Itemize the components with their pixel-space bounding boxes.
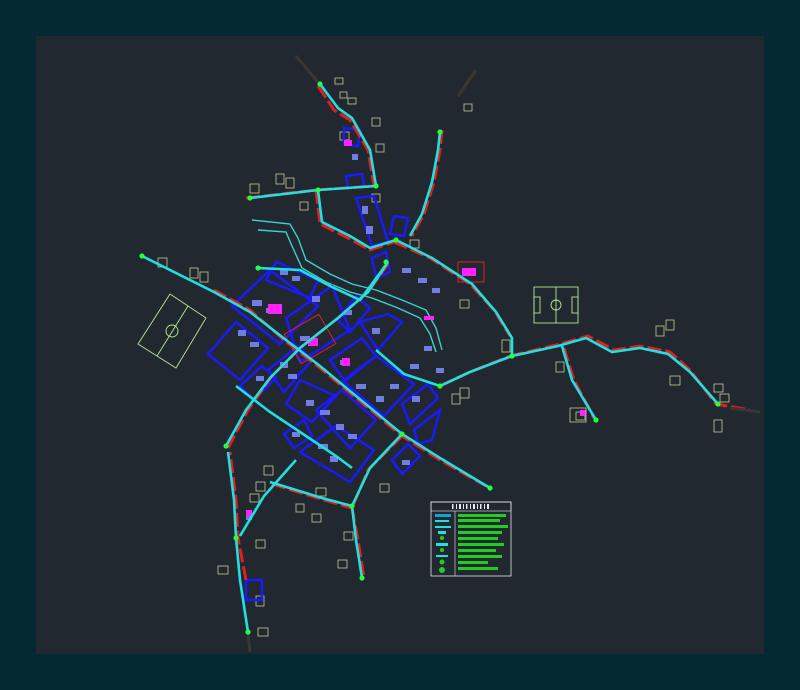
town-map[interactable] bbox=[36, 36, 764, 654]
sports-field-east bbox=[533, 286, 579, 324]
network-nodes bbox=[139, 81, 721, 635]
sports-field-west bbox=[137, 293, 207, 369]
map-legend[interactable] bbox=[430, 501, 512, 577]
legend-row-6 bbox=[436, 543, 504, 546]
cad-drawing-viewport[interactable] bbox=[36, 36, 764, 654]
legend-row-1 bbox=[435, 514, 506, 517]
water-network bbox=[141, 83, 719, 633]
